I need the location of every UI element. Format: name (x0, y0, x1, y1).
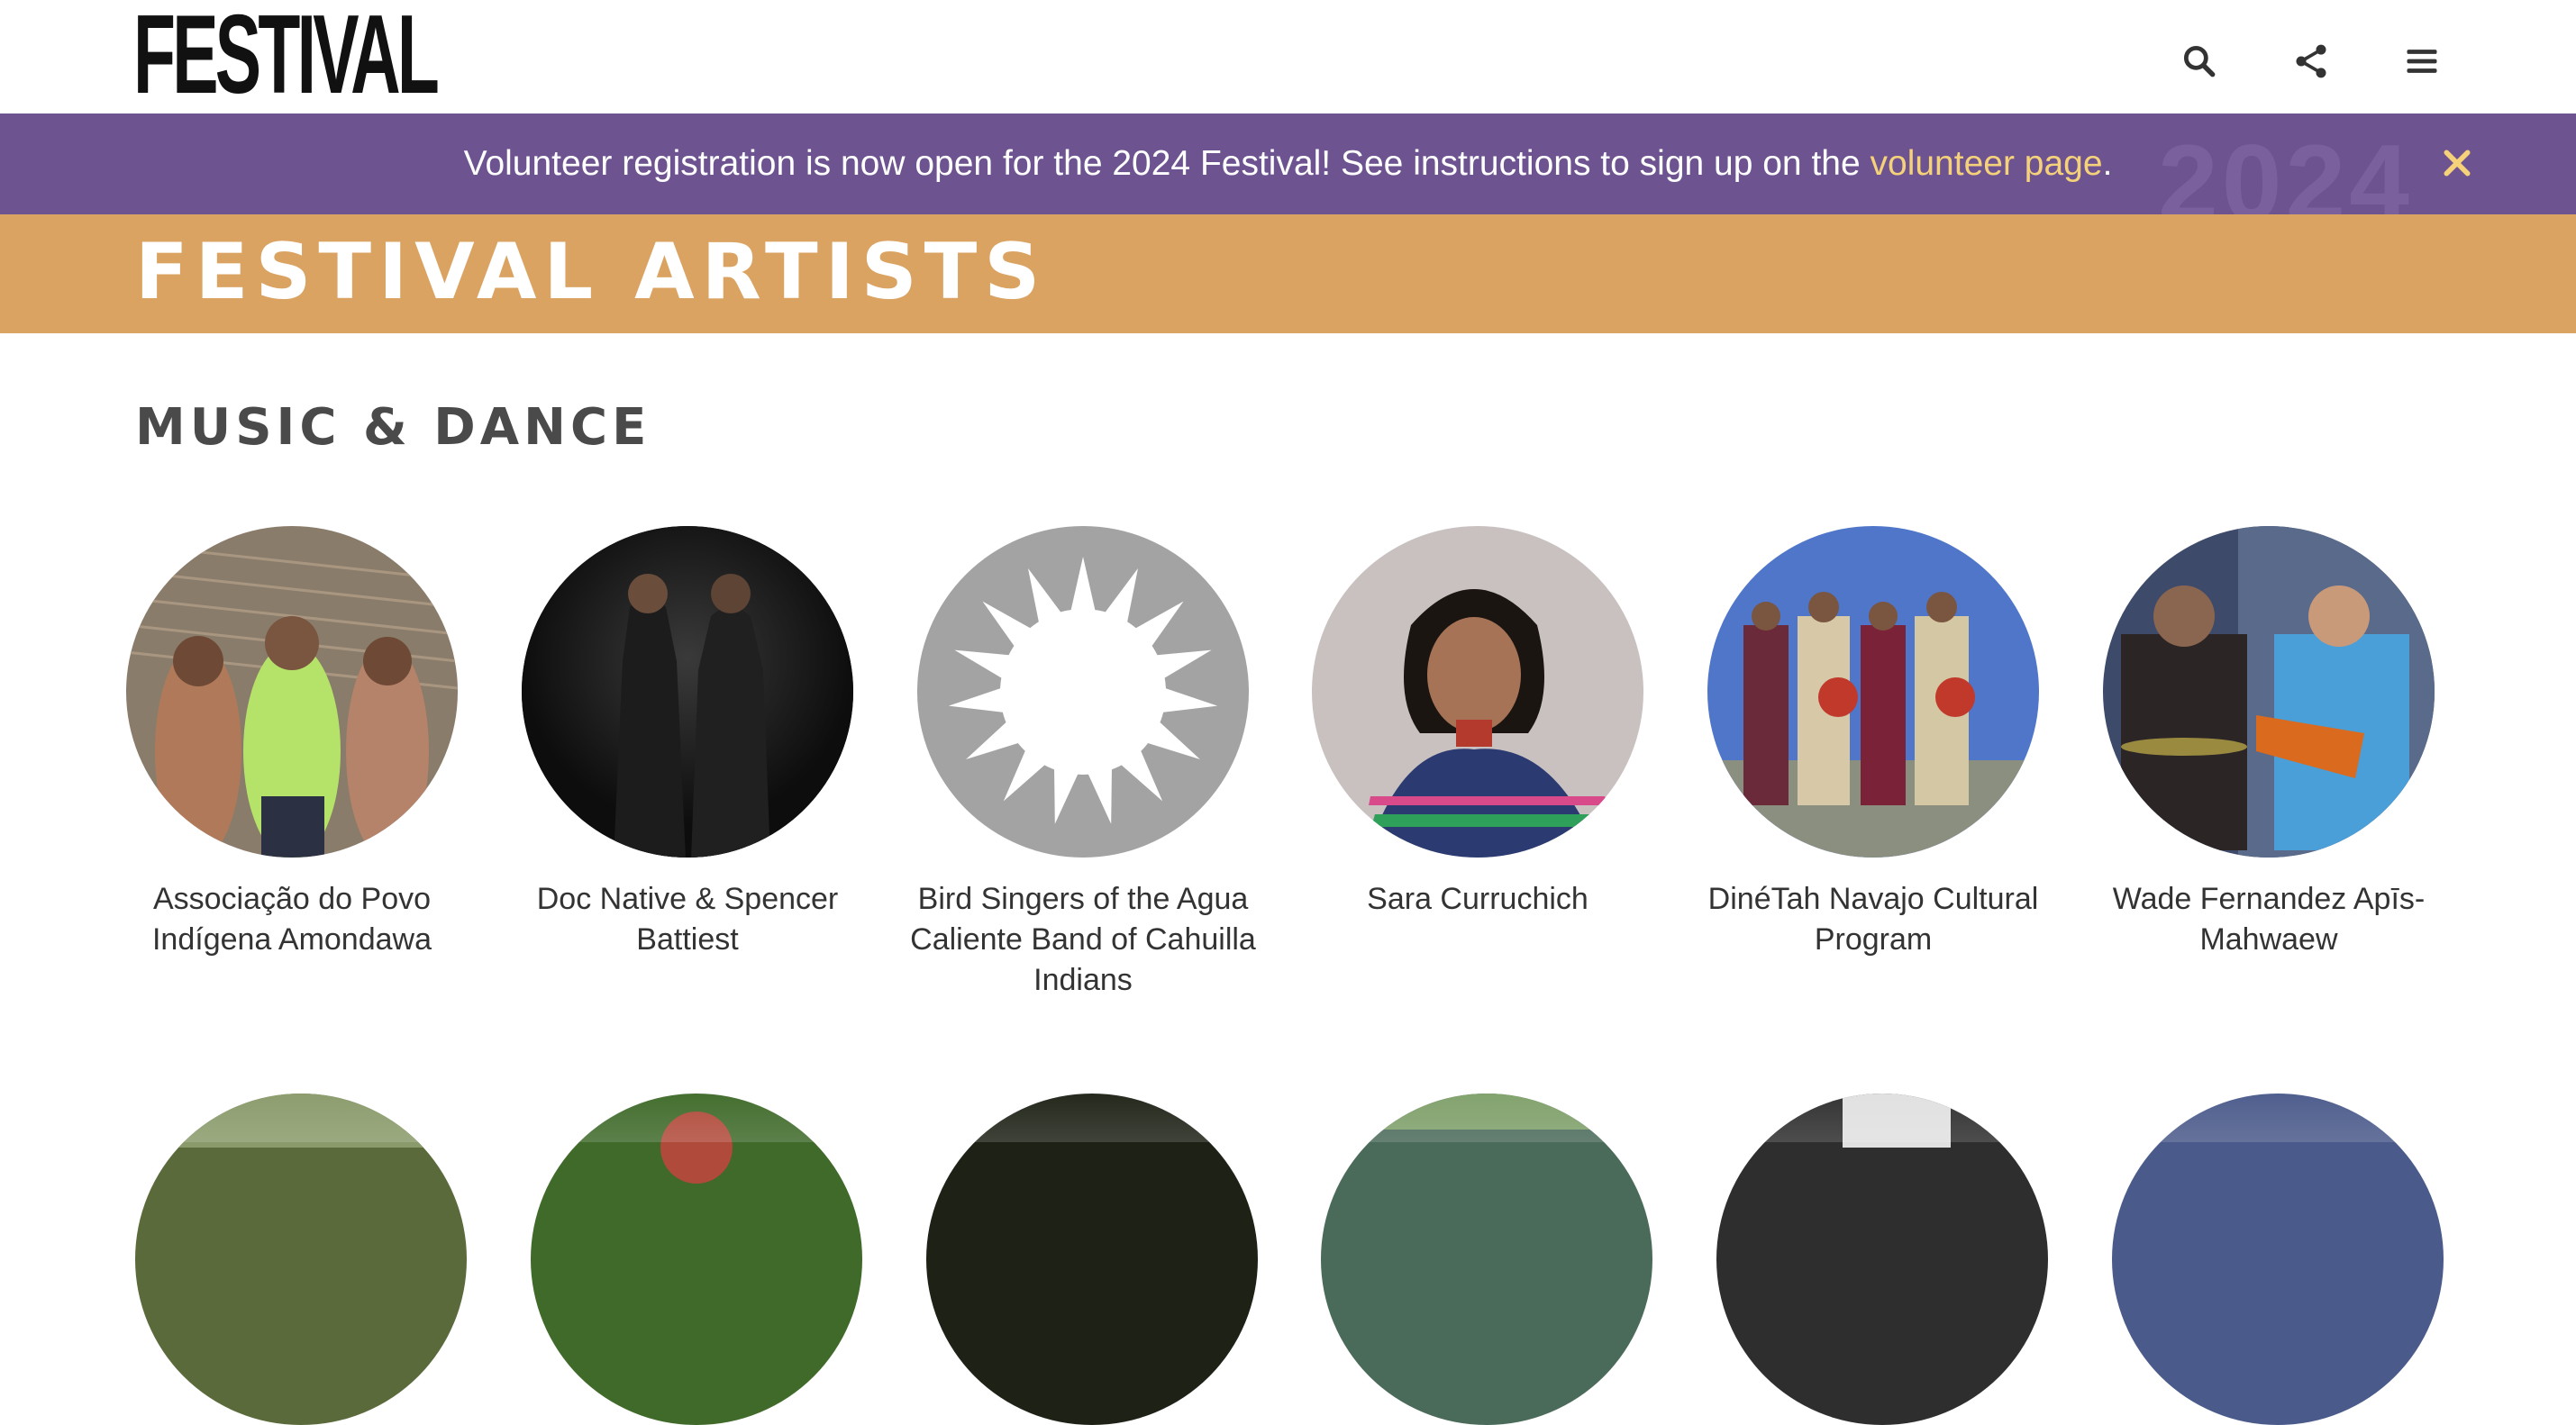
artist-name[interactable]: Bird Singers of the Agua Caliente Band o… (885, 879, 1281, 1001)
share-icon[interactable] (2288, 38, 2335, 85)
artist-photo[interactable] (522, 526, 853, 858)
artist-photo[interactable] (1312, 526, 1643, 858)
artist-card[interactable]: Bird Singers of the Agua Caliente Band o… (885, 526, 1281, 1001)
artist-name[interactable]: Wade Fernandez Apīs-Mahwaew (2071, 879, 2467, 960)
artist-photo[interactable] (531, 1094, 862, 1425)
festival-logo[interactable]: FESTIVAL (133, 0, 440, 111)
artist-photo[interactable] (1716, 1094, 2048, 1425)
page-title-band: FESTIVAL ARTISTS (0, 214, 2576, 333)
section-title: MUSIC & DANCE (135, 398, 651, 457)
artist-photo[interactable] (1707, 526, 2039, 858)
artist-photo[interactable] (2103, 526, 2435, 858)
artist-name[interactable]: DinéTah Navajo Cultural Program (1675, 879, 2071, 960)
close-icon[interactable] (2435, 141, 2480, 186)
artist-card[interactable]: DinéTah Navajo Cultural Program (1675, 526, 2071, 960)
artist-card[interactable]: Sara Curruchich (1279, 526, 1676, 920)
announcement-text-end: . (2102, 144, 2113, 183)
site-header: FESTIVAL (0, 0, 2576, 113)
artist-name[interactable]: Sara Curruchich (1279, 879, 1676, 920)
artist-card[interactable]: Doc Native & Spencer Battiest (489, 526, 886, 960)
artist-photo[interactable] (926, 1094, 1258, 1425)
search-icon[interactable] (2176, 38, 2223, 85)
artist-photo[interactable] (1321, 1094, 1652, 1425)
announcement-text: Volunteer registration is now open for t… (463, 144, 1871, 183)
artist-name[interactable]: Doc Native & Spencer Battiest (489, 879, 886, 960)
artist-photo[interactable] (135, 1094, 467, 1425)
artist-photo[interactable] (2112, 1094, 2444, 1425)
announcement-message: Volunteer registration is now open for t… (0, 113, 2576, 214)
menu-icon[interactable] (2399, 38, 2445, 85)
artist-name[interactable]: Associação do Povo Indígena Amondawa (94, 879, 490, 960)
artist-card[interactable]: Associação do Povo Indígena Amondawa (94, 526, 490, 960)
artist-card[interactable]: Wade Fernandez Apīs-Mahwaew (2071, 526, 2467, 960)
volunteer-page-link[interactable]: volunteer page (1871, 144, 2103, 183)
artist-photo[interactable] (917, 526, 1249, 858)
page-title: FESTIVAL ARTISTS (135, 227, 1048, 317)
announcement-bar: 2024 Volunteer registration is now open … (0, 113, 2576, 214)
artist-photo[interactable] (126, 526, 458, 858)
